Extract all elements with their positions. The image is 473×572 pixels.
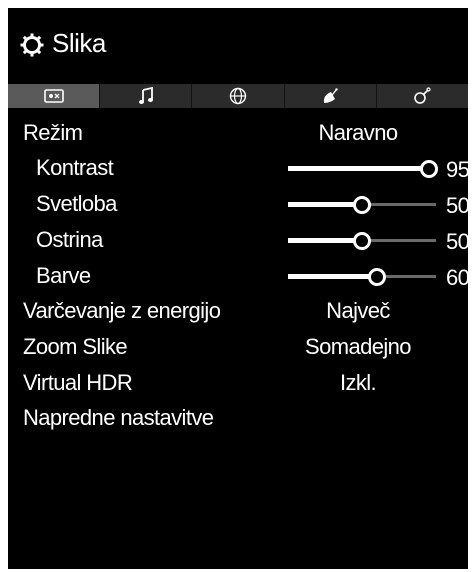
barve-slider-knob[interactable] xyxy=(367,268,386,286)
tab-picture[interactable] xyxy=(8,84,101,108)
barve-slider-fill xyxy=(288,274,377,279)
svetloba-slider-fill xyxy=(288,202,362,207)
menu-item-ostrina[interactable]: Ostrina 50 xyxy=(8,223,470,257)
svetloba-slider-knob[interactable] xyxy=(353,196,371,214)
kontrast-label: Kontrast xyxy=(36,155,114,180)
zoom-value: Somadejno xyxy=(305,334,412,359)
kontrast-slider[interactable] xyxy=(288,160,438,178)
menu-item-energija[interactable]: Varčevanje z energijo Največ xyxy=(8,294,468,328)
svetloba-slider[interactable] xyxy=(288,196,436,214)
page-title: Slika xyxy=(52,28,106,58)
picture-tab-icon xyxy=(43,89,64,103)
title-bar: Slika xyxy=(8,8,468,80)
menu-item-svetloba[interactable]: Svetloba 50 xyxy=(8,187,470,221)
globe-icon xyxy=(229,87,247,105)
svetloba-label: Svetloba xyxy=(36,191,117,216)
rezim-label: Režim xyxy=(23,120,83,145)
tab-channels[interactable] xyxy=(285,84,377,108)
ostrina-label: Ostrina xyxy=(36,227,103,252)
zoom-label: Zoom Slike xyxy=(23,334,128,359)
rezim-value: Naravno xyxy=(318,120,399,145)
ostrina-slider-knob[interactable] xyxy=(353,232,371,250)
menu-item-zoom[interactable]: Zoom Slike Somadejno xyxy=(8,330,468,364)
barve-slider[interactable] xyxy=(288,268,436,286)
ostrina-slider[interactable] xyxy=(288,232,436,250)
energija-value: Največ xyxy=(326,298,390,323)
ostrina-slider-fill xyxy=(288,238,362,243)
picture-settings-panel: Slika Režim Naravno Kontrast 95 Svetloba… xyxy=(8,8,470,569)
kontrast-slider-fill xyxy=(288,166,429,171)
tab-sound[interactable] xyxy=(100,84,193,108)
napredne-label: Napredne nastavitve xyxy=(23,405,214,430)
barve-value: 60 xyxy=(446,265,470,290)
menu-item-rezim[interactable]: Režim Naravno xyxy=(8,116,468,150)
menu-item-hdr[interactable]: Virtual HDR Izkl. xyxy=(8,366,468,400)
hdr-label: Virtual HDR xyxy=(23,370,133,395)
menu-item-napredne[interactable]: Napredne nastavitve xyxy=(8,401,468,435)
ostrina-value: 50 xyxy=(446,229,470,254)
settings-tools-icon xyxy=(414,87,432,104)
menu-tabs xyxy=(8,84,468,108)
svetloba-value: 50 xyxy=(446,193,470,218)
tab-setup[interactable] xyxy=(377,84,468,108)
barve-label: Barve xyxy=(36,263,91,288)
music-note-icon xyxy=(138,87,153,104)
kontrast-value: 95 xyxy=(446,157,470,182)
tab-network[interactable] xyxy=(192,84,285,108)
menu-item-barve[interactable]: Barve 60 xyxy=(8,259,470,293)
menu-item-kontrast[interactable]: Kontrast 95 xyxy=(8,151,470,185)
hdr-value: Izkl. xyxy=(339,370,377,395)
energija-label: Varčevanje z energijo xyxy=(23,298,221,323)
gear-icon xyxy=(20,33,44,57)
satellite-dish-icon xyxy=(324,88,338,103)
kontrast-slider-knob[interactable] xyxy=(419,160,438,178)
